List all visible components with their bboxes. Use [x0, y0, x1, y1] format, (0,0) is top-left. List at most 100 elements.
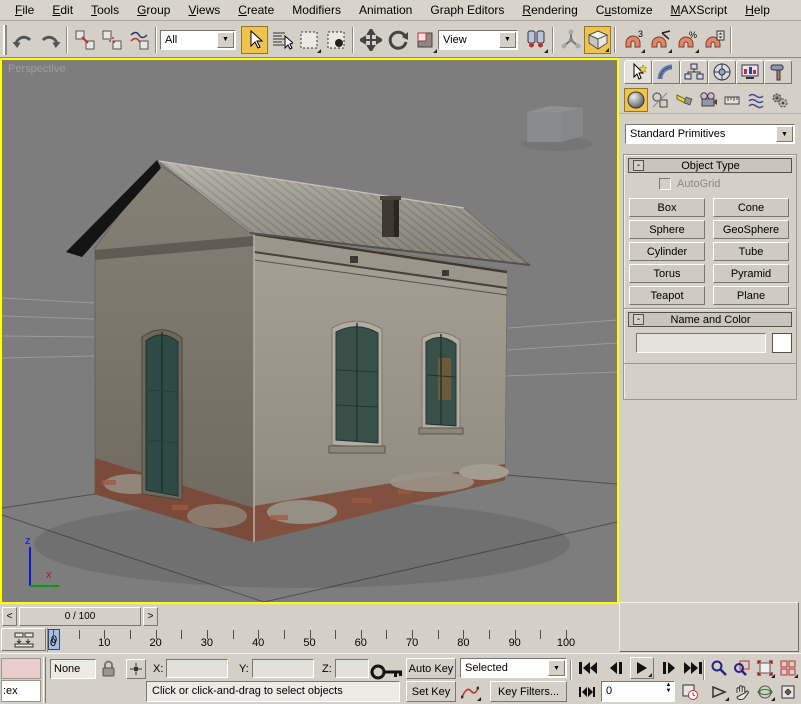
objtype-torus[interactable]: Torus — [629, 264, 705, 283]
category-space-warps[interactable] — [744, 88, 768, 112]
objtype-plane[interactable]: Plane — [713, 286, 789, 305]
category-shapes[interactable] — [648, 88, 672, 112]
tab-utilities[interactable] — [764, 60, 792, 84]
z-coordinate-field[interactable] — [335, 659, 369, 678]
percent-snap-toggle-button[interactable]: % — [673, 26, 700, 54]
snaps-toggle-button[interactable] — [584, 26, 611, 54]
spinner-snap-toggle-button[interactable] — [700, 26, 727, 54]
angle-snap-toggle-button[interactable] — [646, 26, 673, 54]
undo-button[interactable] — [9, 26, 36, 54]
select-and-scale-button[interactable] — [411, 26, 438, 54]
next-frame-button[interactable] — [657, 657, 681, 679]
category-helpers[interactable] — [720, 88, 744, 112]
combo-arrow-icon[interactable]: ▼ — [548, 660, 565, 676]
viewport-label[interactable]: Perspective — [8, 63, 65, 75]
menu-tools[interactable]: Tools — [82, 0, 128, 20]
absolute-offset-toggle[interactable] — [126, 659, 146, 679]
category-cameras[interactable] — [696, 88, 720, 112]
objtype-pyramid[interactable]: Pyramid — [713, 264, 789, 283]
maxscript-listener-input[interactable]: :ex — [1, 680, 41, 702]
x-coordinate-field[interactable] — [166, 659, 228, 678]
tab-motion[interactable] — [708, 60, 736, 84]
tab-display[interactable] — [736, 60, 764, 84]
maxscript-listener-macro[interactable] — [1, 658, 41, 679]
mini-curve-editor-button[interactable] — [1, 628, 46, 651]
objtype-teapot[interactable]: Teapot — [629, 286, 705, 305]
select-and-link-button[interactable] — [71, 26, 98, 54]
default-tangent-button[interactable] — [458, 681, 482, 702]
time-configuration-button[interactable] — [679, 681, 701, 702]
listener-splitter[interactable] — [43, 657, 46, 703]
zoom-all-button[interactable] — [730, 657, 753, 679]
selection-filter-combo[interactable]: All ▼ — [160, 30, 236, 50]
primitives-dropdown[interactable]: Standard Primitives ▼ — [625, 124, 795, 144]
field-of-view-button[interactable] — [707, 681, 730, 702]
maximize-viewport-toggle-button[interactable] — [776, 681, 799, 702]
go-to-end-button[interactable] — [681, 657, 705, 679]
tab-create[interactable] — [624, 60, 652, 84]
combo-arrow-icon[interactable]: ▼ — [776, 126, 793, 142]
zoom-extents-button[interactable] — [753, 657, 776, 679]
auto-key-button[interactable]: Auto Key — [406, 658, 456, 679]
menu-rendering[interactable]: Rendering — [513, 0, 586, 20]
window-crossing-toggle-button[interactable] — [322, 26, 349, 54]
coordinate-system-combo[interactable]: View ▼ — [438, 30, 518, 50]
y-coordinate-field[interactable] — [252, 659, 314, 678]
objtype-cylinder[interactable]: Cylinder — [629, 242, 705, 261]
object-name-input[interactable] — [636, 333, 766, 353]
object-color-swatch[interactable] — [772, 333, 792, 353]
objtype-cone[interactable]: Cone — [713, 198, 789, 217]
zoom-extents-all-button[interactable] — [776, 657, 799, 679]
select-and-manipulate-button[interactable] — [557, 26, 584, 54]
objtype-sphere[interactable]: Sphere — [629, 220, 705, 239]
tab-modify[interactable] — [652, 60, 680, 84]
go-to-start-button[interactable] — [576, 657, 600, 679]
objtype-geosphere[interactable]: GeoSphere — [713, 220, 789, 239]
time-slider-button[interactable]: 0 / 100 — [19, 607, 141, 626]
snap-toggle-button[interactable]: 3 — [619, 26, 646, 54]
key-mode-toggle-button[interactable] — [576, 681, 598, 702]
select-object-button[interactable] — [241, 26, 268, 54]
trackbar-ruler[interactable]: 0 0102030405060708090100 — [47, 628, 585, 652]
autogrid-checkbox[interactable] — [659, 178, 671, 190]
unlink-selection-button[interactable] — [98, 26, 125, 54]
spinner-down-icon[interactable]: ▼ — [663, 688, 674, 694]
combo-arrow-icon[interactable]: ▼ — [217, 32, 234, 48]
menu-graph-editors[interactable]: Graph Editors — [421, 0, 513, 20]
selection-lock-toggle[interactable] — [101, 660, 116, 680]
arc-rotate-button[interactable] — [753, 681, 776, 702]
category-systems[interactable] — [768, 88, 792, 112]
menu-group[interactable]: Group — [128, 0, 179, 20]
rectangular-selection-region-button[interactable] — [295, 26, 322, 54]
frame-spinner[interactable]: ▲ ▼ — [663, 682, 674, 701]
redo-button[interactable] — [36, 26, 63, 54]
time-slider-next-button[interactable]: > — [143, 607, 158, 626]
zoom-button[interactable] — [707, 657, 730, 679]
menu-customize[interactable]: Customize — [587, 0, 662, 20]
menu-modifiers[interactable]: Modifiers — [283, 0, 350, 20]
perspective-viewport[interactable]: z x Perspective — [0, 58, 619, 604]
collapse-icon[interactable]: - — [633, 160, 644, 171]
collapse-icon[interactable]: - — [633, 314, 644, 325]
play-button[interactable] — [630, 657, 654, 679]
bind-to-space-warp-button[interactable] — [125, 26, 152, 54]
combo-arrow-icon[interactable]: ▼ — [499, 32, 516, 48]
key-filters-button[interactable]: Key Filters... — [490, 681, 567, 702]
category-lights[interactable] — [672, 88, 696, 112]
menu-create[interactable]: Create — [229, 0, 283, 20]
category-geometry[interactable] — [624, 88, 648, 112]
object-type-header[interactable]: - Object Type — [628, 158, 792, 173]
key-mode-combo[interactable]: Selected ▼ — [460, 658, 567, 678]
previous-frame-button[interactable] — [603, 657, 627, 679]
menu-views[interactable]: Views — [179, 0, 229, 20]
set-keys-button[interactable] — [370, 662, 404, 687]
pan-button[interactable] — [730, 681, 753, 702]
tab-hierarchy[interactable] — [680, 60, 708, 84]
house-model[interactable] — [34, 160, 570, 588]
menu-edit[interactable]: Edit — [43, 0, 82, 20]
select-and-rotate-button[interactable] — [384, 26, 411, 54]
use-pivot-point-center-button[interactable] — [522, 26, 549, 54]
objtype-box[interactable]: Box — [629, 198, 705, 217]
time-slider-prev-button[interactable]: < — [2, 607, 17, 626]
select-and-move-button[interactable] — [357, 26, 384, 54]
